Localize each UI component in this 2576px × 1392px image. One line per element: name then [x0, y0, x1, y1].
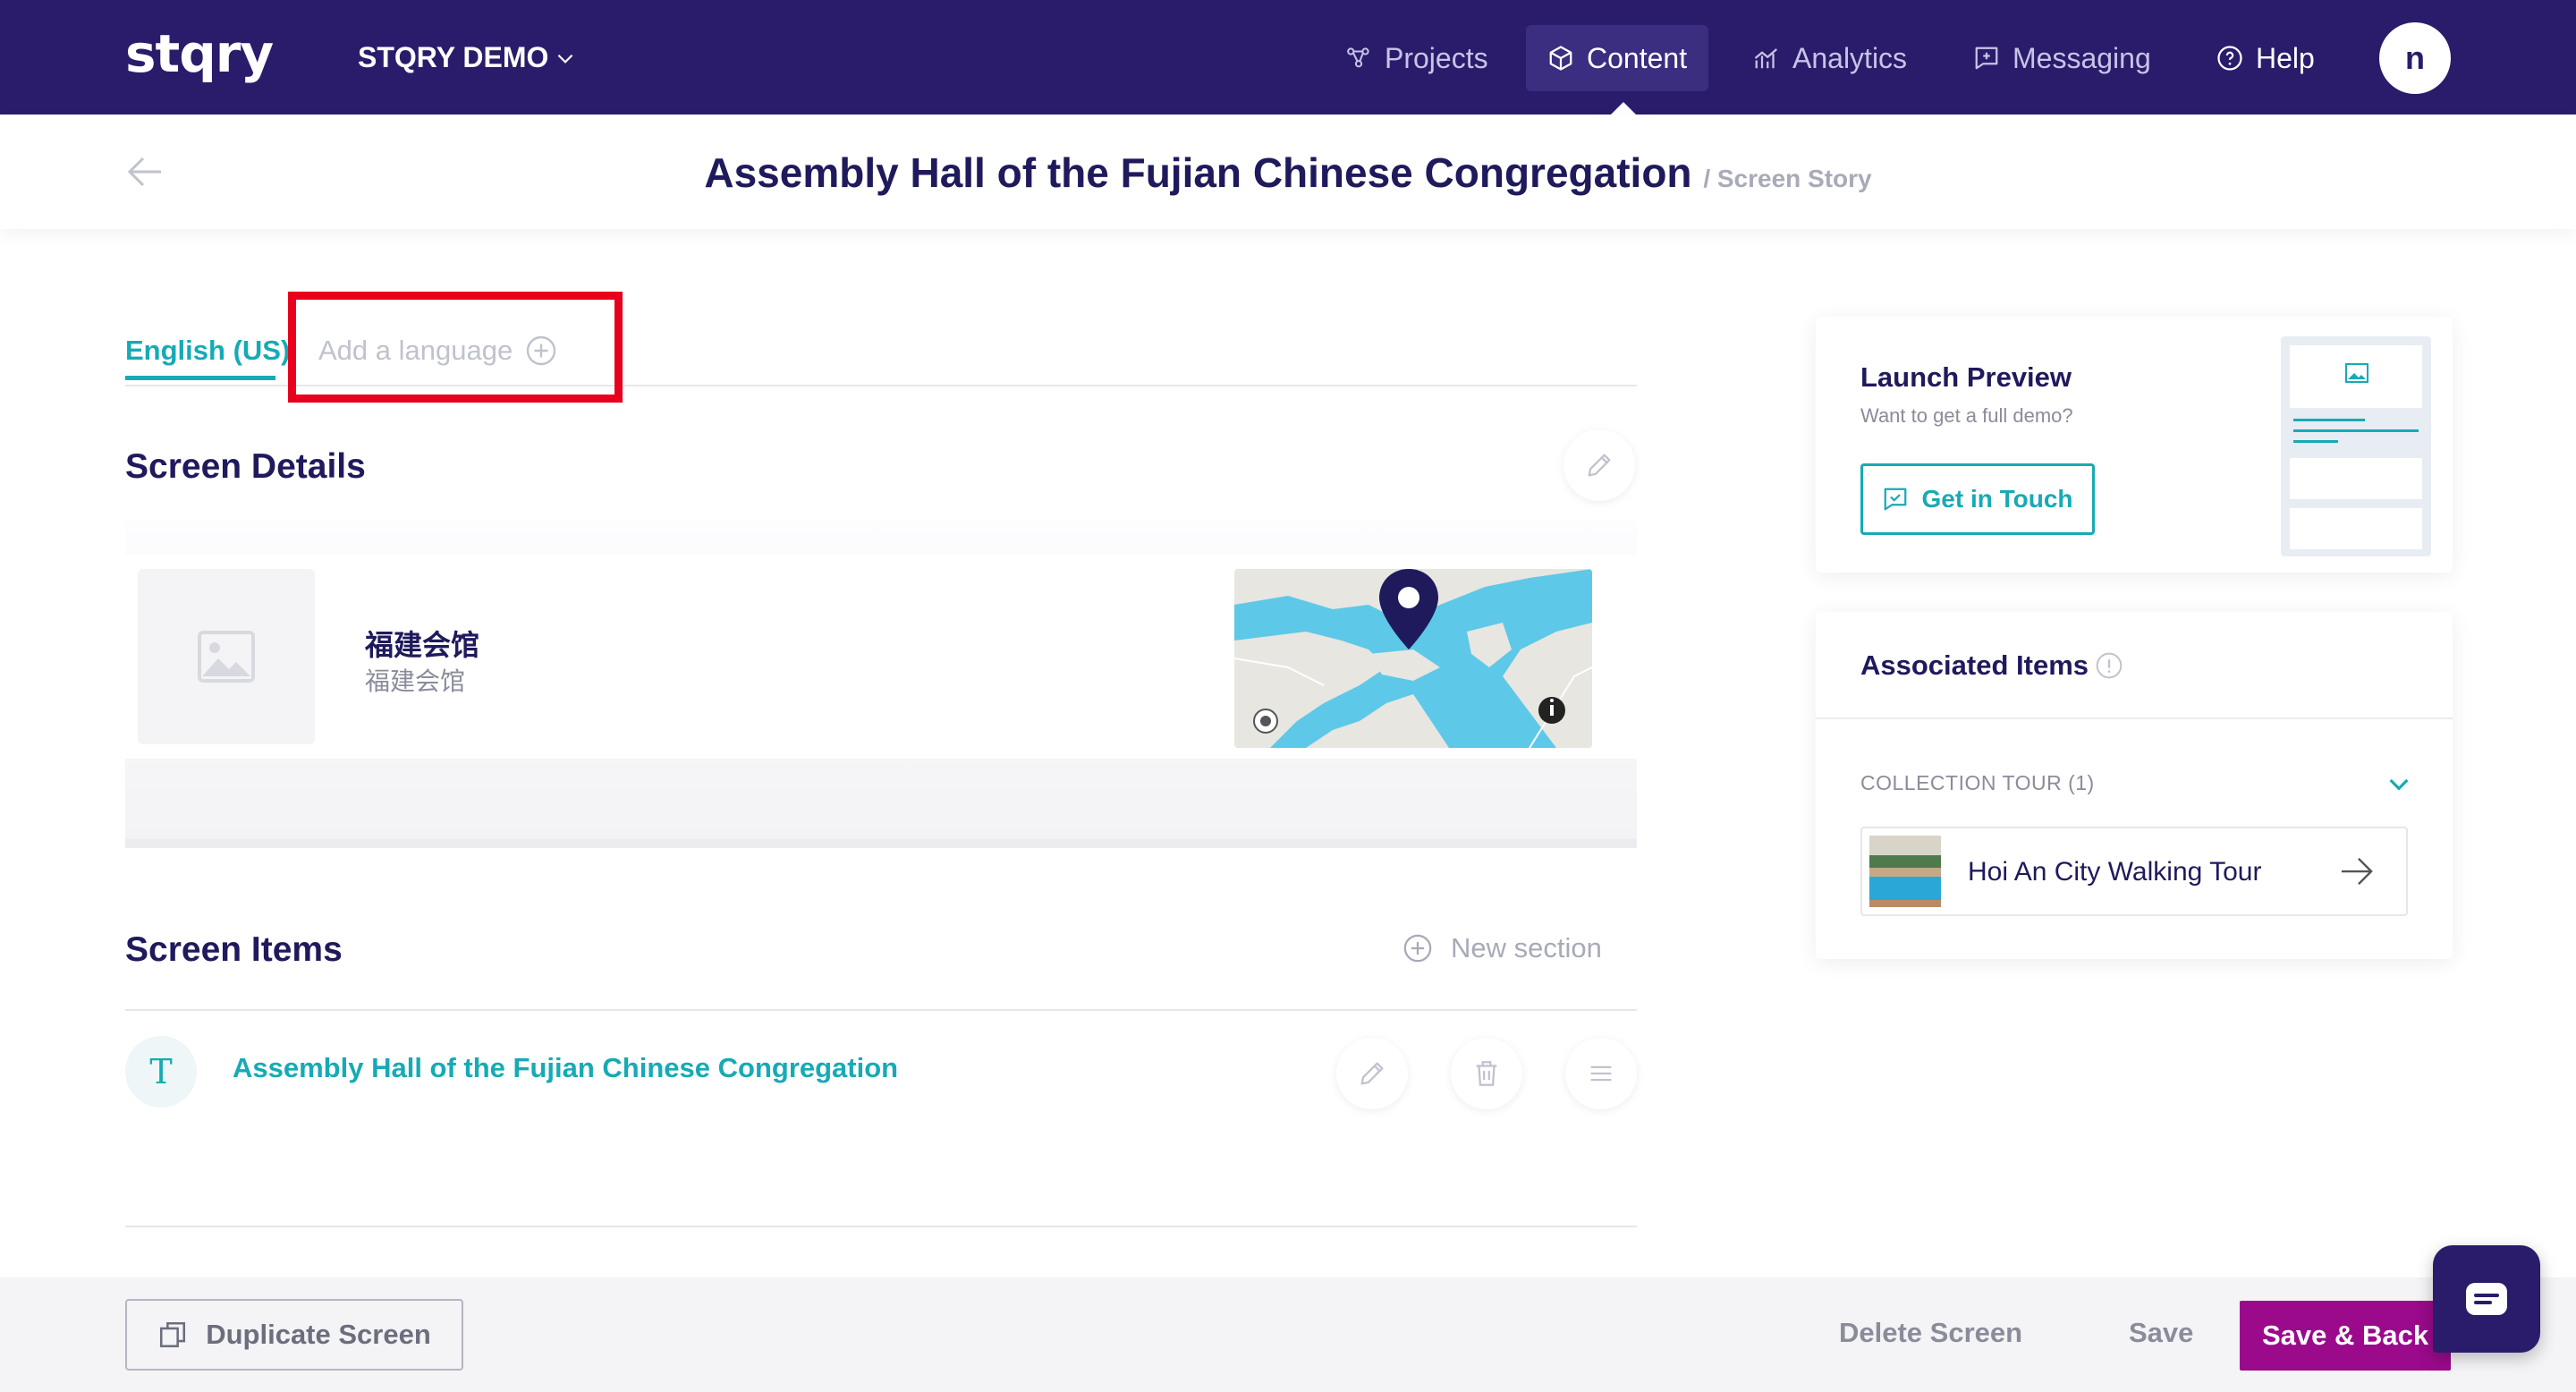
- associated-items-title: Associated Items: [1860, 649, 2089, 681]
- nav-messaging[interactable]: Messaging: [1952, 25, 2173, 91]
- active-nav-caret: [1611, 102, 1636, 115]
- screen-item-title-link[interactable]: Assembly Hall of the Fujian Chinese Cong…: [233, 1052, 898, 1084]
- save-button[interactable]: Save: [2129, 1317, 2193, 1349]
- page-title: Assembly Hall of the Fujian Chinese Cong…: [0, 149, 2576, 197]
- associated-items-card: Associated Items COLLECTION TOUR (1) Hoi…: [1816, 612, 2453, 959]
- org-switcher[interactable]: STQRY DEMO: [358, 41, 577, 74]
- chevron-down-icon: [558, 54, 573, 64]
- page-title-text: Assembly Hall of the Fujian Chinese Cong…: [704, 149, 1692, 196]
- screen-items-heading: Screen Items: [125, 930, 343, 969]
- get-in-touch-label: Get in Touch: [1921, 485, 2073, 513]
- nav-content[interactable]: Content: [1526, 25, 1709, 91]
- plus-circle-icon: [1403, 934, 1432, 963]
- nav-help[interactable]: Help: [2195, 25, 2336, 91]
- nav-projects-label: Projects: [1385, 41, 1488, 74]
- location-map[interactable]: [1234, 569, 1592, 748]
- highlight-annotation-box: [288, 292, 623, 403]
- tour-thumbnail: [1869, 836, 1941, 907]
- edit-details-button[interactable]: [1563, 429, 1635, 501]
- pencil-icon: [1588, 454, 1611, 477]
- launch-preview-subtitle: Want to get a full demo?: [1860, 404, 2073, 427]
- delete-item-button[interactable]: [1451, 1038, 1522, 1109]
- preview-thumbnail: [2281, 336, 2431, 556]
- projects-icon: [1347, 47, 1369, 68]
- title-bar: Assembly Hall of the Fujian Chinese Cong…: [0, 115, 2576, 229]
- edit-item-button[interactable]: [1336, 1038, 1408, 1109]
- new-section-button[interactable]: New section: [1402, 932, 1602, 964]
- image-icon: [2345, 363, 2368, 383]
- nav-help-label: Help: [2256, 41, 2315, 74]
- drag-handle-button[interactable]: [1565, 1038, 1637, 1109]
- chat-widget-button[interactable]: [2433, 1245, 2540, 1353]
- chevron-down-icon[interactable]: [2385, 769, 2413, 798]
- associated-items-divider: [1816, 717, 2453, 719]
- tab-english-us[interactable]: English (US): [125, 335, 290, 367]
- items-divider-bottom: [125, 1226, 1637, 1227]
- chat-icon: [2466, 1283, 2507, 1315]
- map-graphic: [1234, 569, 1592, 748]
- delete-screen-button[interactable]: Delete Screen: [1839, 1317, 2022, 1349]
- trash-icon: [1476, 1061, 1497, 1086]
- launch-preview-title: Launch Preview: [1860, 361, 2072, 393]
- nav-analytics[interactable]: Analytics: [1732, 25, 1928, 91]
- arrow-right-icon: [2341, 857, 2373, 886]
- nav-messaging-label: Messaging: [2012, 41, 2151, 74]
- nav-projects[interactable]: Projects: [1324, 25, 1510, 91]
- items-divider: [125, 1009, 1637, 1011]
- user-avatar[interactable]: n: [2379, 22, 2451, 94]
- copy-icon: [160, 1321, 186, 1348]
- content-box-icon: [1549, 46, 1572, 71]
- screen-title: 福建会馆: [365, 628, 480, 662]
- get-in-touch-button[interactable]: Get in Touch: [1860, 463, 2095, 535]
- text-type-badge: T: [125, 1036, 197, 1108]
- new-section-label: New section: [1451, 932, 1602, 963]
- screen-subtitle: 福建会馆: [365, 666, 466, 696]
- image-icon: [198, 631, 255, 683]
- info-icon[interactable]: [2095, 651, 2123, 680]
- active-tab-underline: [125, 376, 275, 380]
- page-subtitle: / Screen Story: [1703, 165, 1872, 192]
- screen-details-heading: Screen Details: [125, 447, 366, 486]
- drag-handle-icon: [1590, 1065, 1612, 1082]
- analytics-icon: [1754, 48, 1777, 69]
- launch-preview-card: Launch Preview Want to get a full demo? …: [1816, 317, 2453, 573]
- save-and-back-button[interactable]: Save & Back: [2240, 1301, 2451, 1371]
- messaging-icon: [1975, 47, 1998, 70]
- nav-content-label: Content: [1587, 41, 1688, 74]
- nav-analytics-label: Analytics: [1792, 41, 1908, 74]
- screen-image-placeholder[interactable]: [138, 569, 315, 744]
- help-icon: [2217, 46, 2242, 71]
- details-divider: [125, 839, 1637, 848]
- duplicate-screen-label: Duplicate Screen: [206, 1319, 431, 1350]
- app-logo[interactable]: stqry: [125, 23, 274, 84]
- associated-item-row[interactable]: Hoi An City Walking Tour: [1860, 827, 2408, 916]
- duplicate-screen-button[interactable]: Duplicate Screen: [125, 1299, 463, 1371]
- tour-name: Hoi An City Walking Tour: [1968, 857, 2262, 887]
- chat-check-icon: [1885, 488, 1907, 511]
- top-nav: stqry STQRY DEMO Projects Content Analyt…: [0, 0, 2576, 115]
- org-name: STQRY DEMO: [358, 41, 549, 73]
- collection-tour-label: COLLECTION TOUR (1): [1860, 771, 2095, 794]
- pencil-icon: [1360, 1062, 1384, 1085]
